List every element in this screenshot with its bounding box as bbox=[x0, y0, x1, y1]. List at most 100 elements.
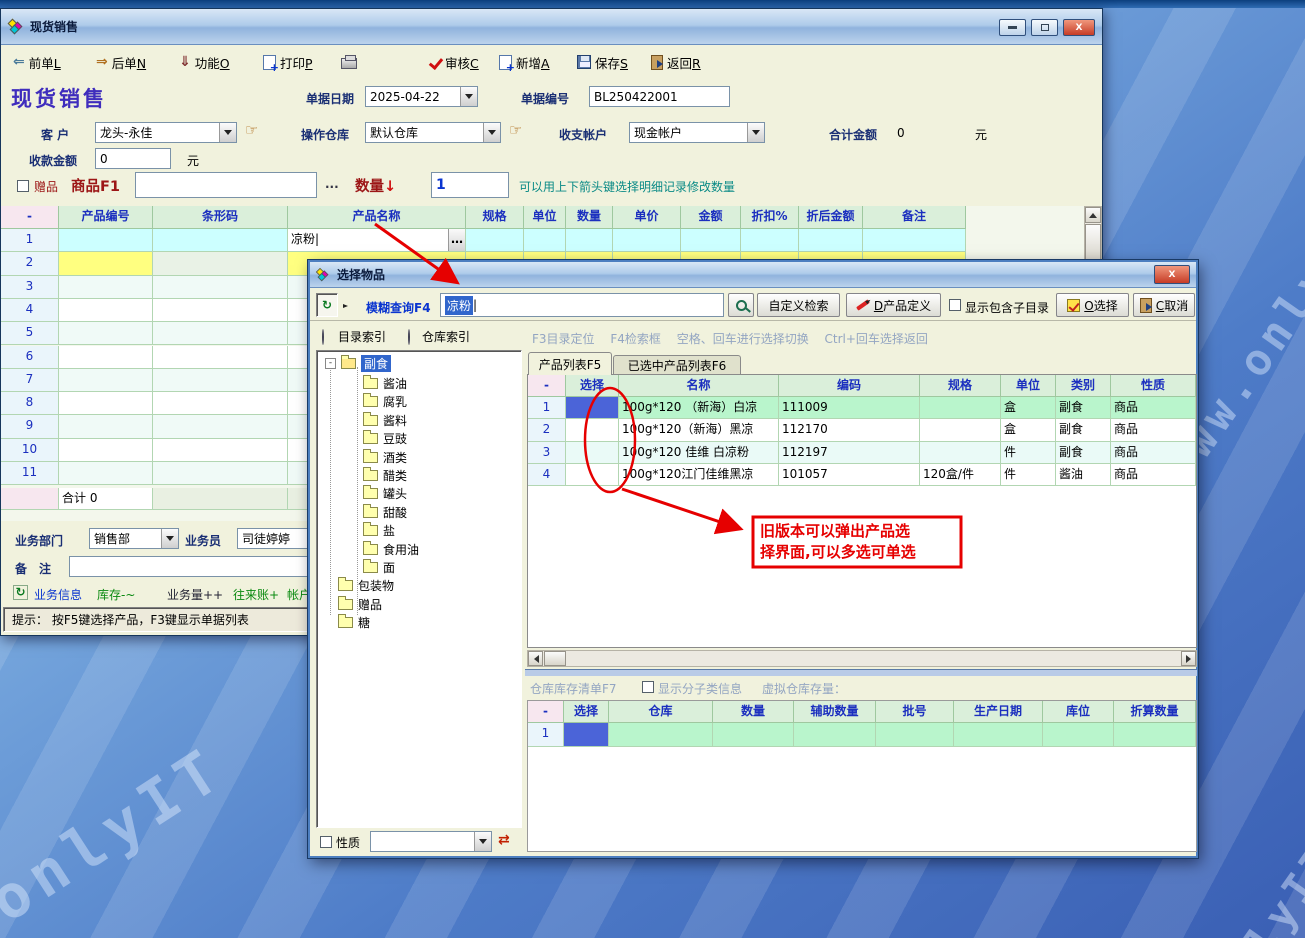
tree-item[interactable]: 罐头 bbox=[363, 485, 407, 502]
stock-cell[interactable] bbox=[954, 723, 1043, 747]
molecule-info-checkbox[interactable] bbox=[642, 681, 654, 693]
nature-combo[interactable] bbox=[370, 831, 492, 852]
stock-cell[interactable] bbox=[1114, 723, 1196, 747]
tree-item[interactable]: 甜酸 bbox=[363, 504, 407, 521]
browse-ellipsis-button[interactable]: … bbox=[449, 229, 465, 251]
scroll-thumb[interactable] bbox=[1085, 224, 1101, 262]
select-cell[interactable] bbox=[566, 442, 619, 464]
grid-cell[interactable] bbox=[153, 346, 288, 369]
tree-item[interactable]: 酒类 bbox=[363, 449, 407, 466]
customer-combo[interactable]: 龙头-永佳 bbox=[95, 122, 237, 143]
product-cell[interactable]: 100g*120 佳维 白凉粉 bbox=[619, 442, 779, 464]
tree-item[interactable]: 豆豉 bbox=[363, 430, 407, 447]
maximize-button[interactable] bbox=[1031, 19, 1058, 36]
grid-cell[interactable] bbox=[59, 439, 153, 462]
tree-item[interactable]: 糖 bbox=[338, 614, 370, 631]
grid-cell[interactable]: 凉粉|… bbox=[288, 229, 466, 252]
select-cell[interactable] bbox=[566, 419, 619, 441]
account-combo[interactable]: 现金帐户 bbox=[629, 122, 765, 143]
tree-item[interactable]: 赠品 bbox=[338, 596, 382, 613]
tree-item[interactable]: 食用油 bbox=[363, 541, 419, 558]
toolbar-button-S[interactable]: 保存S bbox=[577, 51, 628, 73]
grid-cell[interactable] bbox=[153, 392, 288, 415]
product-cell[interactable]: 商品 bbox=[1111, 464, 1196, 486]
table-row[interactable]: 1凉粉|… bbox=[1, 229, 967, 252]
business-info-link[interactable]: 业务信息 bbox=[34, 586, 82, 603]
grid-cell[interactable] bbox=[153, 462, 288, 485]
pointing-hand-icon[interactable]: ☞ bbox=[245, 121, 258, 139]
product-cell[interactable]: 120盒/件 bbox=[920, 464, 1001, 486]
dept-combo[interactable]: 销售部 bbox=[89, 528, 179, 549]
main-titlebar[interactable]: 现货销售 X bbox=[1, 9, 1102, 45]
toolbar-button-L[interactable]: ⇐前单L bbox=[13, 51, 61, 73]
tree-item[interactable]: 腐乳 bbox=[363, 393, 407, 410]
grid-cell[interactable] bbox=[681, 229, 741, 252]
grid-cell[interactable] bbox=[524, 229, 566, 252]
product-cell[interactable] bbox=[920, 419, 1001, 441]
chevron-down-icon[interactable] bbox=[483, 123, 500, 142]
product-cell[interactable]: 酱油 bbox=[1056, 464, 1111, 486]
stock-cell[interactable] bbox=[794, 723, 876, 747]
stock-cell[interactable] bbox=[609, 723, 713, 747]
grid-cell[interactable] bbox=[153, 369, 288, 392]
product-cell[interactable]: 盒 bbox=[1001, 419, 1056, 441]
select-button[interactable]: O选择 bbox=[1056, 293, 1129, 317]
product-cell[interactable]: 100g*120（新海）黑凉 bbox=[619, 419, 779, 441]
grid-cell[interactable] bbox=[799, 229, 863, 252]
quantity-input[interactable]: 1 bbox=[431, 172, 509, 198]
grid-cell[interactable] bbox=[59, 299, 153, 322]
chevron-down-icon[interactable] bbox=[474, 832, 491, 851]
minimize-button[interactable] bbox=[999, 19, 1026, 36]
grid-cell[interactable] bbox=[566, 229, 613, 252]
dialog-close-button[interactable]: X bbox=[1154, 265, 1190, 284]
refresh-icon[interactable]: ↻ bbox=[13, 585, 28, 600]
scroll-thumb[interactable] bbox=[544, 651, 566, 666]
product-hscrollbar[interactable] bbox=[527, 650, 1197, 667]
stock-row[interactable]: 1 bbox=[528, 723, 1196, 747]
toolbar-button-O[interactable]: ⇓功能O bbox=[179, 51, 230, 73]
pointing-hand-icon[interactable]: ☞ bbox=[509, 121, 522, 139]
chevron-down-icon[interactable] bbox=[460, 87, 477, 106]
grid-cell[interactable] bbox=[59, 392, 153, 415]
grid-cell[interactable] bbox=[153, 322, 288, 345]
product-row[interactable]: 1100g*120 （新海）白凉111009盒副食商品 bbox=[528, 397, 1196, 419]
received-input[interactable]: 0 bbox=[95, 148, 171, 169]
grid-cell[interactable] bbox=[153, 229, 288, 252]
grid-cell[interactable] bbox=[153, 276, 288, 299]
grid-cell[interactable] bbox=[59, 415, 153, 438]
dialog-titlebar[interactable]: 选择物品 X bbox=[310, 262, 1196, 288]
product-cell[interactable]: 盒 bbox=[1001, 397, 1056, 419]
product-cell[interactable] bbox=[920, 442, 1001, 464]
product-cell[interactable]: 商品 bbox=[1111, 419, 1196, 441]
chevron-down-icon[interactable] bbox=[161, 529, 178, 548]
product-define-button[interactable]: D产品定义 bbox=[846, 293, 941, 317]
grid-cell[interactable] bbox=[153, 299, 288, 322]
printer-icon[interactable] bbox=[341, 58, 357, 69]
scroll-up-button[interactable] bbox=[1085, 207, 1101, 223]
product-cell[interactable]: 副食 bbox=[1056, 442, 1111, 464]
grid-cell[interactable] bbox=[153, 252, 288, 275]
tree-item[interactable]: 酱料 bbox=[363, 412, 407, 429]
toolbar-button-C[interactable]: 审核C bbox=[429, 51, 479, 73]
product-cell[interactable]: 100g*120江门佳维黑凉 bbox=[619, 464, 779, 486]
show-subdir-checkbox[interactable] bbox=[949, 299, 961, 311]
product-name-input[interactable]: 凉粉| bbox=[288, 229, 449, 251]
product-cell[interactable]: 件 bbox=[1001, 442, 1056, 464]
tree-item[interactable]: 酱油 bbox=[363, 375, 407, 392]
chevron-down-icon[interactable] bbox=[219, 123, 236, 142]
docno-input[interactable]: BL250422001 bbox=[589, 86, 730, 107]
grid-cell[interactable] bbox=[59, 369, 153, 392]
grid-cell[interactable] bbox=[613, 229, 681, 252]
tree-item[interactable]: 盐 bbox=[363, 522, 395, 539]
date-combo[interactable]: 2025-04-22 bbox=[365, 86, 478, 107]
product-cell[interactable]: 商品 bbox=[1111, 397, 1196, 419]
product-input[interactable] bbox=[135, 172, 317, 198]
search-button[interactable] bbox=[728, 293, 754, 317]
scroll-left-button[interactable] bbox=[528, 651, 543, 666]
stock-cell[interactable] bbox=[713, 723, 794, 747]
dir-index-radio[interactable] bbox=[322, 329, 324, 345]
product-cell[interactable]: 件 bbox=[1001, 464, 1056, 486]
product-cell[interactable]: 111009 bbox=[779, 397, 920, 419]
product-cell[interactable] bbox=[920, 397, 1001, 419]
grid-cell[interactable] bbox=[863, 229, 966, 252]
